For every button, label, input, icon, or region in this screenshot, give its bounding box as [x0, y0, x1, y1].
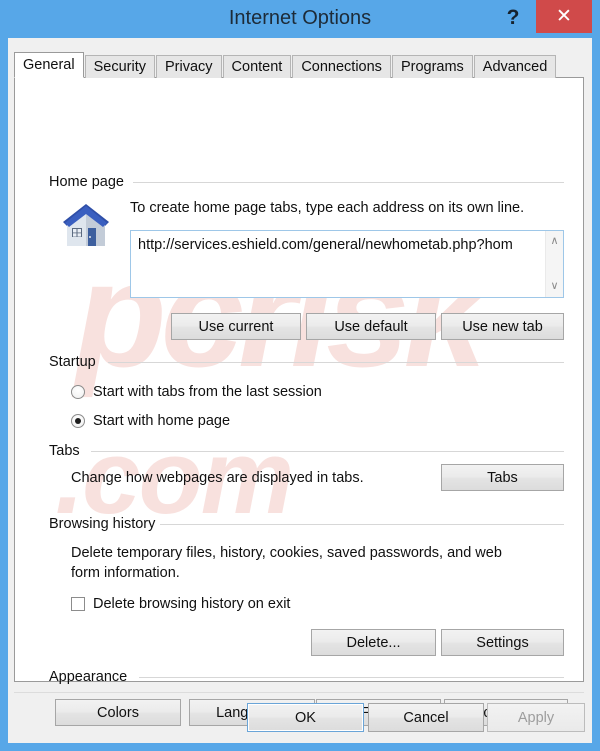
delete-button[interactable]: Delete... [311, 629, 436, 656]
radio-start-with-home-page[interactable]: Start with home page [71, 413, 230, 429]
tab-security[interactable]: Security [84, 55, 155, 78]
use-current-button[interactable]: Use current [171, 313, 301, 340]
tabs-group-rule [91, 451, 564, 452]
tab-general[interactable]: General [14, 52, 84, 78]
settings-button[interactable]: Settings [441, 629, 564, 656]
tab-connections[interactable]: Connections [292, 55, 391, 78]
startup-group-label: Startup [49, 354, 96, 370]
home-page-url-value: http://services.eshield.com/general/newh… [138, 237, 513, 253]
internet-options-window: Internet Options ? ✕ General Security Pr… [0, 0, 600, 751]
scroll-down-icon[interactable]: ∨ [546, 278, 563, 295]
colors-button[interactable]: Colors [55, 699, 181, 726]
appearance-group-label: Appearance [49, 669, 128, 685]
tab-advanced[interactable]: Advanced [473, 55, 557, 78]
radio-indicator-home-page[interactable] [71, 414, 85, 428]
delete-browsing-history-checkbox-row[interactable]: Delete browsing history on exit [71, 596, 290, 612]
radio-indicator-last-session[interactable] [71, 385, 85, 399]
use-default-button[interactable]: Use default [306, 313, 436, 340]
browsing-history-group-label: Browsing history [49, 516, 156, 532]
tab-programs[interactable]: Programs [391, 55, 473, 78]
tab-content[interactable]: Content [222, 55, 292, 78]
tab-strip: General Security Privacy Content Connect… [14, 52, 557, 78]
title-bar: Internet Options ? ✕ [0, 0, 600, 38]
help-icon[interactable]: ? [498, 3, 528, 33]
home-page-group-rule [133, 182, 564, 183]
close-icon[interactable]: ✕ [536, 0, 592, 33]
dialog-body: General Security Privacy Content Connect… [8, 38, 592, 743]
tabs-description: Change how webpages are displayed in tab… [71, 470, 364, 486]
tab-page-general: pcrisk .com Home page [14, 77, 584, 726]
browsing-history-group-rule [160, 524, 564, 525]
delete-browsing-history-checkbox[interactable] [71, 597, 85, 611]
startup-group-rule [108, 362, 564, 363]
cancel-button[interactable]: Cancel [368, 703, 484, 732]
ok-button[interactable]: OK [247, 703, 364, 732]
tab-privacy[interactable]: Privacy [155, 55, 222, 78]
browsing-history-description-line2: form information. [71, 565, 180, 581]
url-scrollbar[interactable]: ∧ ∨ [545, 231, 563, 297]
browsing-history-description-line1: Delete temporary files, history, cookies… [71, 545, 502, 561]
tabs-group-label: Tabs [49, 443, 80, 459]
home-icon [63, 204, 109, 246]
home-page-group-label: Home page [49, 174, 124, 190]
home-page-description: To create home page tabs, type each addr… [130, 200, 525, 216]
radio-label-home-page: Start with home page [93, 413, 231, 429]
use-new-tab-button[interactable]: Use new tab [441, 313, 564, 340]
tabs-button[interactable]: Tabs [441, 464, 564, 491]
footer-separator [14, 692, 584, 693]
delete-browsing-history-label: Delete browsing history on exit [93, 596, 291, 612]
radio-label-last-session: Start with tabs from the last session [93, 384, 322, 400]
home-page-url-textarea[interactable]: http://services.eshield.com/general/newh… [130, 230, 564, 298]
radio-start-with-last-session[interactable]: Start with tabs from the last session [71, 384, 322, 400]
apply-button[interactable]: Apply [487, 703, 585, 732]
scroll-up-icon[interactable]: ∧ [546, 233, 563, 250]
appearance-group-rule [139, 677, 564, 678]
